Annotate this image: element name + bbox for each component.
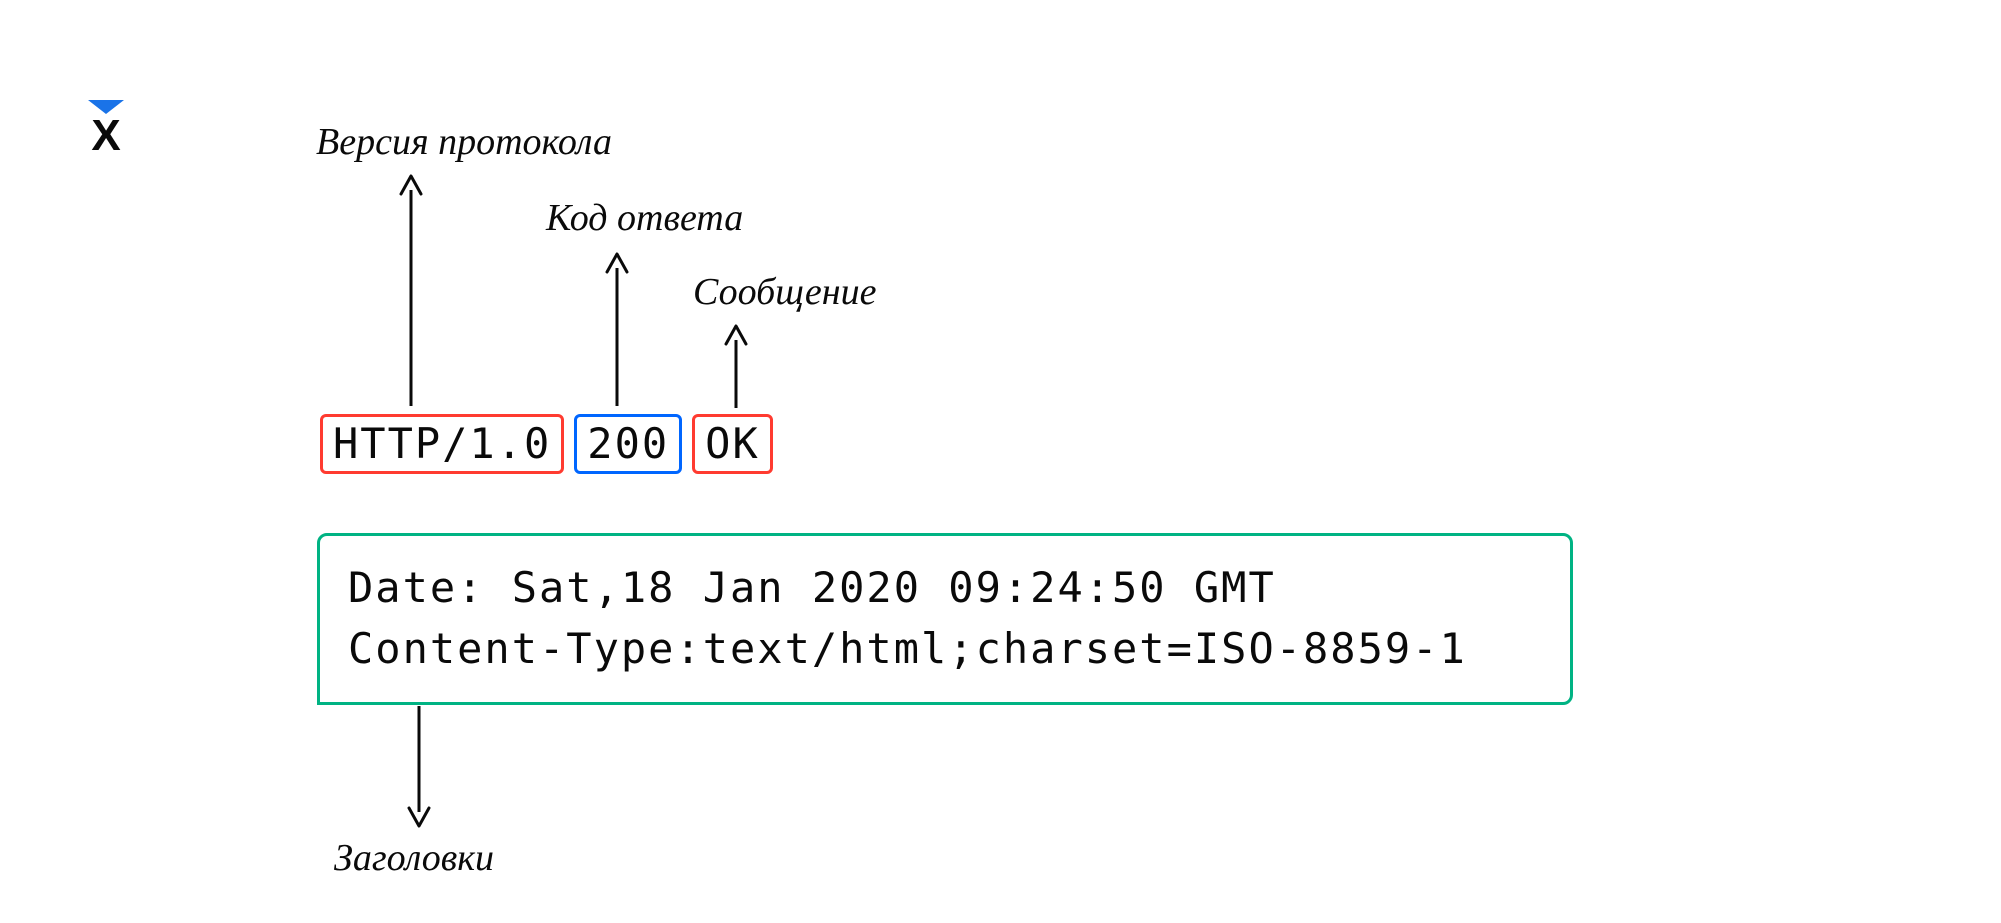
label-message: Сообщение bbox=[693, 270, 876, 314]
status-code-box: 200 bbox=[574, 414, 682, 474]
svg-text:X: X bbox=[91, 111, 120, 158]
protocol-box: HTTP/1.0 bbox=[320, 414, 564, 474]
status-message-box: OK bbox=[692, 414, 773, 474]
arrow-protocol bbox=[397, 172, 425, 406]
label-headers: Заголовки bbox=[334, 836, 494, 880]
label-status-code: Код ответа bbox=[546, 196, 743, 240]
header-line-1: Date: Sat,18 Jan 2020 09:24:50 GMT bbox=[348, 558, 1542, 619]
status-line: HTTP/1.0 200 OK bbox=[320, 414, 773, 474]
logo: X bbox=[78, 98, 134, 158]
header-line-2: Content-Type:text/html;charset=ISO-8859-… bbox=[348, 619, 1542, 680]
label-protocol: Версия протокола bbox=[316, 120, 612, 164]
arrow-headers bbox=[405, 706, 433, 830]
headers-box: Date: Sat,18 Jan 2020 09:24:50 GMT Conte… bbox=[317, 533, 1573, 705]
arrow-message bbox=[722, 322, 750, 408]
arrow-status-code bbox=[603, 250, 631, 406]
